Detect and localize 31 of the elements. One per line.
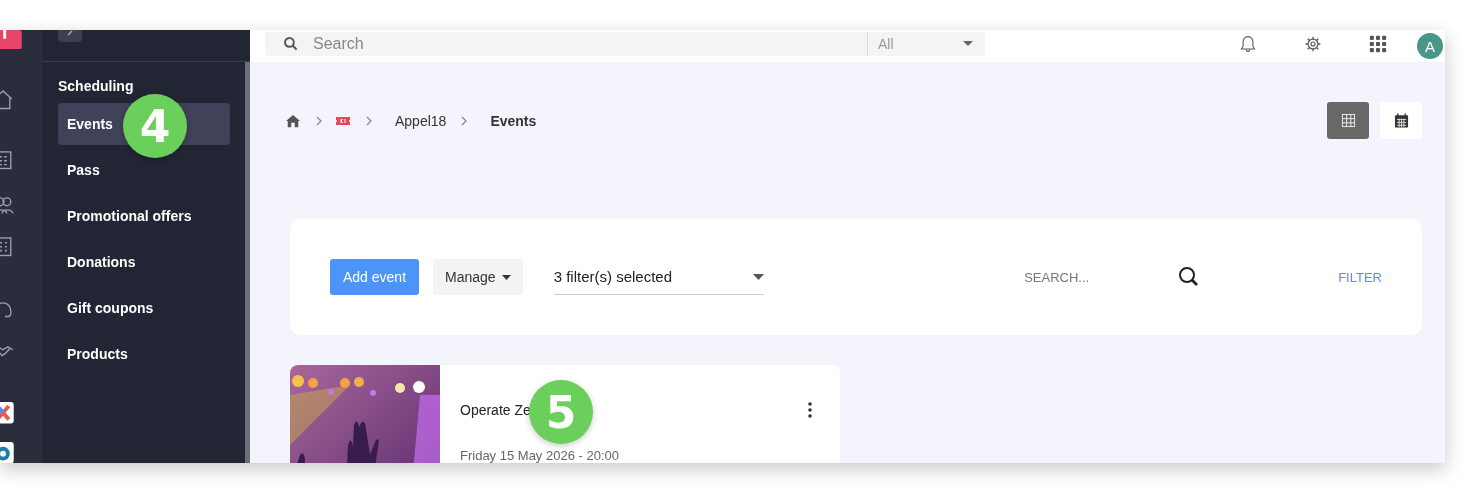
sidebar-item[interactable]: Donations: [58, 241, 230, 283]
sidebar-item[interactable]: Promotional offers: [58, 195, 230, 237]
chevron-right-icon: [460, 114, 469, 127]
search-icon: [283, 36, 299, 52]
gear-icon[interactable]: [1304, 35, 1322, 53]
more-options-icon[interactable]: [808, 402, 812, 418]
sidebar-item[interactable]: Products: [58, 333, 230, 375]
search-field[interactable]: Search: [313, 34, 867, 54]
collapse-button[interactable]: [58, 30, 82, 42]
bell-icon[interactable]: [1239, 35, 1257, 53]
manage-button[interactable]: Manage: [433, 259, 523, 295]
breadcrumb-current: Events: [490, 112, 537, 129]
filter-select[interactable]: 3 filter(s) selected: [553, 259, 764, 295]
section-title: Scheduling: [58, 78, 135, 94]
breadcrumb-link[interactable]: Appel18: [395, 112, 447, 129]
grid-icon: [1340, 113, 1356, 128]
home-icon[interactable]: [285, 113, 301, 128]
sidebar-item[interactable]: Gift coupons: [58, 287, 230, 329]
caret-icon: [752, 273, 764, 280]
caret-icon: [501, 274, 511, 280]
app-logo-icon[interactable]: [0, 30, 22, 50]
event-title[interactable]: Operate Ze: [460, 402, 531, 418]
caret-icon: [963, 41, 973, 47]
chevron-right-icon: [315, 114, 323, 127]
calendar-view-button[interactable]: [1380, 102, 1422, 139]
chevron-right-icon: [365, 114, 373, 127]
apps-grid-icon[interactable]: [1369, 35, 1387, 53]
grid-view-button[interactable]: [1327, 102, 1369, 139]
event-date: Friday 15 May 2026 - 20:00: [460, 448, 620, 463]
calendar-icon: [1393, 113, 1409, 128]
scrollbar[interactable]: [245, 62, 250, 463]
